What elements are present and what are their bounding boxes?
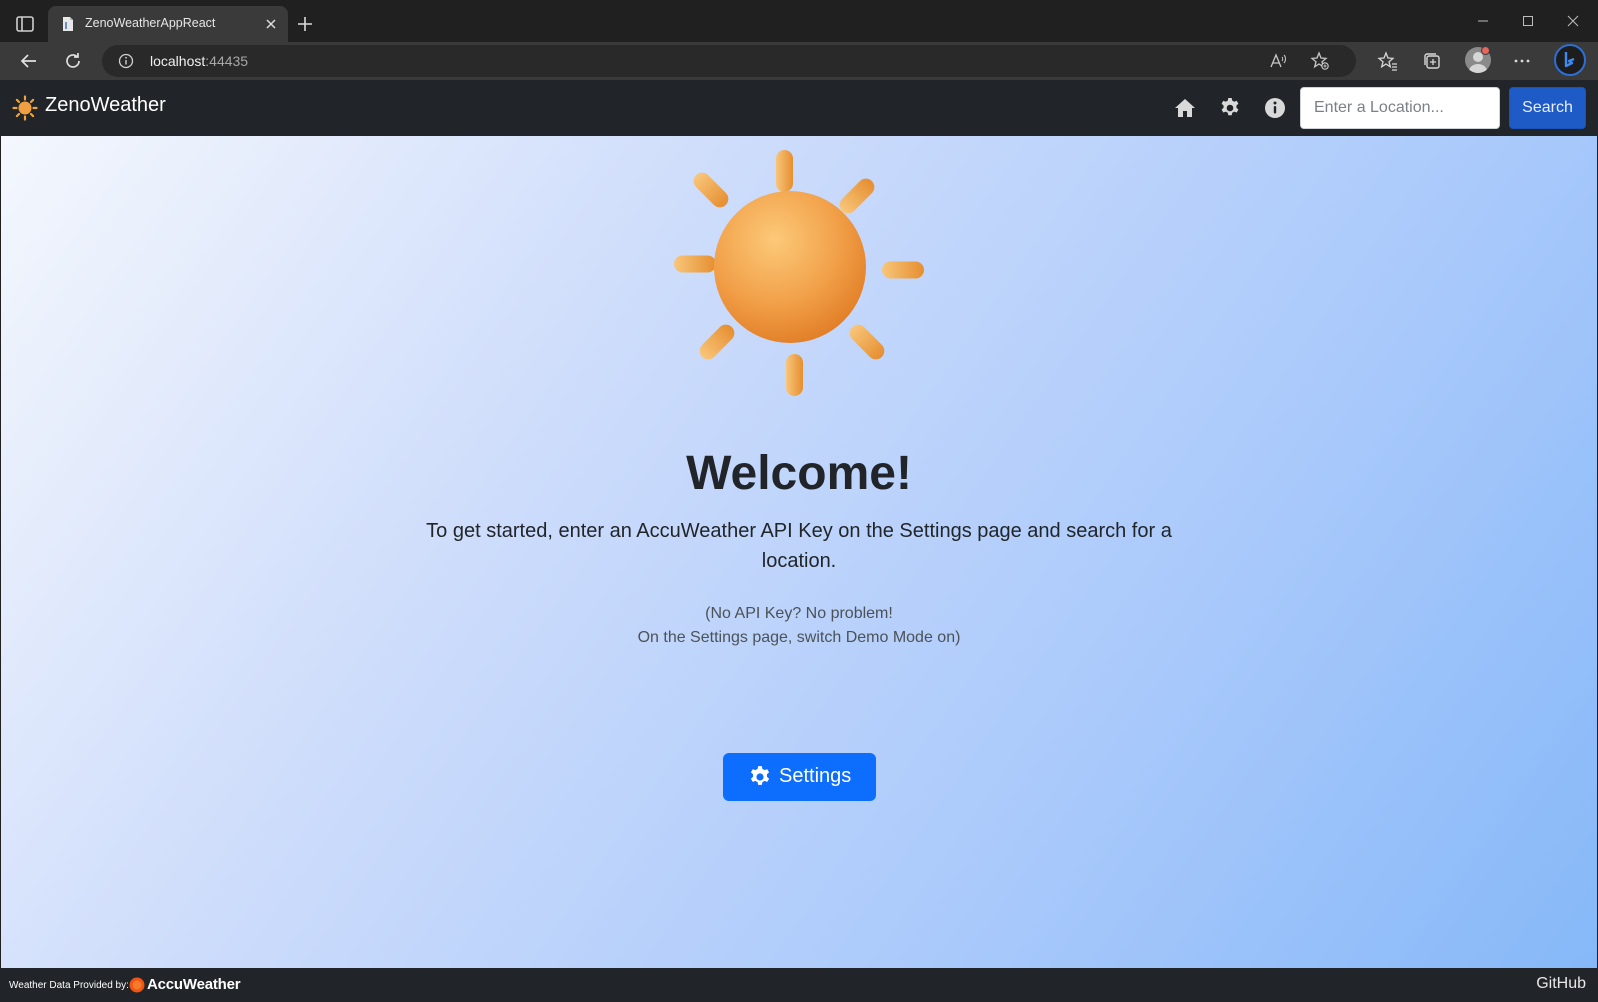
browser-tab[interactable]: ZenoWeatherAppReact	[48, 6, 288, 42]
maximize-icon[interactable]	[1518, 11, 1538, 31]
url-host: localhost	[150, 53, 206, 69]
footer-credit: Weather Data Provided by:	[9, 980, 129, 991]
copilot-icon[interactable]	[1554, 44, 1586, 76]
close-window-icon[interactable]	[1563, 11, 1583, 31]
navbar: ZenoWeather Search	[0, 80, 1598, 136]
plus-icon[interactable]	[294, 13, 316, 35]
sun-logo-icon[interactable]	[12, 95, 38, 121]
main-content: Welcome! To get started, enter an AccuWe…	[1, 136, 1597, 968]
welcome-heading: Welcome!	[686, 447, 912, 500]
note-line-1: (No API Key? No problem!	[705, 605, 893, 622]
url-field[interactable]: localhost:44435	[102, 45, 1356, 77]
sidebar-icon[interactable]	[14, 13, 36, 35]
gear-icon	[747, 764, 773, 790]
url-port: :44435	[205, 53, 249, 69]
settings-button-label: Settings	[779, 765, 852, 787]
favorites-icon[interactable]	[1377, 50, 1399, 72]
sun-illustration	[674, 150, 924, 396]
favicon-icon	[60, 16, 76, 32]
more-icon[interactable]	[1511, 50, 1533, 72]
page-viewport: ZenoWeather Search	[0, 80, 1598, 1002]
search-button[interactable]: Search	[1509, 87, 1586, 129]
url-text: localhost:44435	[150, 53, 248, 69]
brand-title[interactable]: ZenoWeather	[45, 94, 166, 117]
favorite-add-icon[interactable]	[1310, 51, 1330, 71]
accuweather-name[interactable]: AccuWeather	[147, 976, 241, 993]
collections-icon[interactable]	[1421, 50, 1443, 72]
note-line-2: On the Settings page, switch Demo Mode o…	[637, 629, 961, 646]
location-search-input[interactable]	[1300, 87, 1500, 129]
address-bar: localhost:44435	[0, 42, 1598, 80]
browser-titlebar: ZenoWeatherAppReact	[0, 0, 1598, 42]
accuweather-logo-icon	[129, 977, 145, 993]
github-link[interactable]: GitHub	[1536, 975, 1586, 993]
notification-dot	[1481, 46, 1490, 55]
back-icon[interactable]	[18, 50, 40, 72]
minimize-icon[interactable]	[1473, 11, 1493, 31]
demo-mode-note: (No API Key? No problem! On the Settings…	[1, 602, 1597, 650]
footer: Weather Data Provided by: AccuWeather Gi…	[0, 968, 1598, 1002]
tab-title: ZenoWeatherAppReact	[85, 16, 216, 30]
close-icon[interactable]	[262, 15, 280, 33]
read-aloud-icon[interactable]	[1268, 51, 1288, 71]
home-icon[interactable]	[1173, 96, 1197, 120]
refresh-icon[interactable]	[62, 50, 84, 72]
settings-button[interactable]: Settings	[723, 753, 876, 801]
gear-icon[interactable]	[1218, 96, 1242, 120]
intro-text: To get started, enter an AccuWeather API…	[426, 520, 1172, 572]
info-icon[interactable]	[1263, 96, 1287, 120]
info-icon[interactable]	[118, 53, 134, 69]
